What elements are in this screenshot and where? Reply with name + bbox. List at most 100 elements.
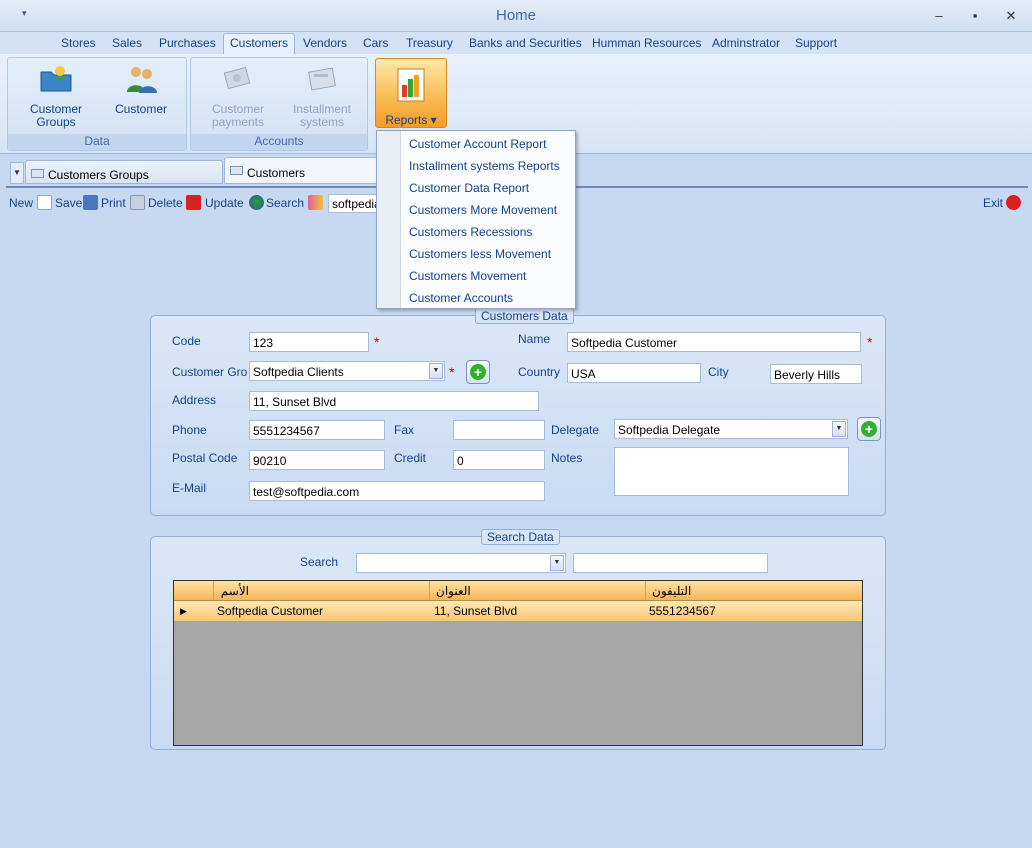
customers-grid: الأسم العنوان التليفون ▶ Softpedia Custo… xyxy=(173,580,863,746)
customer-group-value: Softpedia Clients xyxy=(253,365,344,379)
customer-button[interactable]: Customer xyxy=(108,64,174,116)
column-phone-header[interactable]: التليفون xyxy=(646,581,864,600)
menu-item-customers-more-movement[interactable]: Customers More Movement xyxy=(409,203,557,217)
code-input[interactable]: 123 xyxy=(249,332,369,352)
tab-customers-groups-label: Customers Groups xyxy=(48,168,149,182)
menu-vendors[interactable]: Vendors xyxy=(303,36,347,50)
money-icon xyxy=(223,66,251,90)
chevron-down-icon[interactable]: ▼ xyxy=(429,363,443,379)
reports-label: Reports ▾ xyxy=(385,113,437,127)
search-value-input[interactable] xyxy=(573,553,768,573)
menu-support[interactable]: Support xyxy=(795,36,837,50)
minimize-button[interactable]: – xyxy=(932,8,946,24)
menu-item-customers-movement[interactable]: Customers Movement xyxy=(409,269,526,283)
title-bar: ▾ Home – ▪ ✕ xyxy=(0,0,1032,32)
country-input[interactable]: USA xyxy=(567,363,701,383)
close-button[interactable]: ✕ xyxy=(1004,8,1018,24)
users-icon xyxy=(127,67,157,93)
group-required-mark: * xyxy=(449,364,455,380)
customers-data-legend: Customers Data xyxy=(475,308,574,324)
add-delegate-button[interactable]: + xyxy=(857,417,881,441)
address-input[interactable]: 11, Sunset Blvd xyxy=(249,391,539,411)
menu-human-resources[interactable]: Humman Resources xyxy=(592,36,701,50)
name-input[interactable]: Softpedia Customer xyxy=(567,332,861,352)
add-plus-icon: + xyxy=(861,421,877,437)
tab-customers[interactable]: Customers xyxy=(224,157,378,184)
reports-button[interactable]: Reports ▾ xyxy=(375,58,447,128)
postal-code-input[interactable]: 90210 xyxy=(249,450,385,470)
save-button[interactable]: Save xyxy=(55,196,82,210)
add-plus-icon: + xyxy=(470,364,486,380)
new-document-icon[interactable] xyxy=(37,195,52,210)
delegate-value: Softpedia Delegate xyxy=(618,423,721,437)
search-data-legend: Search Data xyxy=(481,529,560,545)
menu-treasury[interactable]: Treasury xyxy=(406,36,453,50)
menu-stores[interactable]: Stores xyxy=(61,36,96,50)
grid-header: الأسم العنوان التليفون xyxy=(174,581,862,601)
chevron-down-icon[interactable]: ▼ xyxy=(832,421,846,437)
data-group-label: Data xyxy=(8,134,186,150)
tab-customers-label: Customers xyxy=(247,166,306,180)
power-exit-icon[interactable] xyxy=(1006,195,1021,210)
menu-sales[interactable]: Sales xyxy=(112,36,142,50)
menu-item-customers-less-movement[interactable]: Customers less Movement xyxy=(409,247,551,261)
notes-textarea[interactable] xyxy=(614,447,849,496)
fax-label: Fax xyxy=(394,423,415,437)
table-row[interactable]: ▶ Softpedia Customer 11, Sunset Blvd 555… xyxy=(174,601,862,621)
add-group-button[interactable]: + xyxy=(466,360,490,384)
name-label: Name xyxy=(518,332,551,346)
installment-systems-button[interactable]: Installment systems xyxy=(287,64,357,129)
new-button[interactable]: New xyxy=(9,196,33,210)
search-button[interactable]: Search xyxy=(266,196,304,210)
update-button[interactable]: Update xyxy=(205,196,244,210)
customer-groups-label: Customer Groups xyxy=(29,102,82,129)
menu-item-customer-data-report[interactable]: Customer Data Report xyxy=(409,181,529,195)
fax-input[interactable] xyxy=(453,420,545,440)
maximize-button[interactable]: ▪ xyxy=(968,8,982,24)
menu-purchases[interactable]: Purchases xyxy=(159,36,216,50)
menu-banks-securities[interactable]: Banks and Securities xyxy=(469,36,582,50)
tab-list-dropdown-icon[interactable]: ▼ xyxy=(10,162,24,184)
menu-item-customer-accounts[interactable]: Customer Accounts xyxy=(409,291,513,305)
print-button[interactable]: Print xyxy=(101,196,126,210)
tab-customers-groups[interactable]: Customers Groups xyxy=(25,160,223,184)
cell-address: 11, Sunset Blvd xyxy=(434,604,518,618)
menu-item-installment-systems-reports[interactable]: Installment systems Reports xyxy=(409,159,560,173)
email-input[interactable]: test@softpedia.com xyxy=(249,481,545,501)
customer-group-select[interactable]: Softpedia Clients ▼ xyxy=(249,361,445,381)
refresh-icon[interactable] xyxy=(249,195,264,210)
delegate-select[interactable]: Softpedia Delegate ▼ xyxy=(614,419,848,439)
search-field-select[interactable]: ▼ xyxy=(356,553,566,573)
toolbar-search-input[interactable]: softpedia xyxy=(328,194,378,213)
menu-bar: Stores Sales Purchases Customers Vendors… xyxy=(0,32,1032,55)
report-chart-icon xyxy=(397,68,425,102)
customer-label: Customer xyxy=(114,102,167,116)
menu-cars[interactable]: Cars xyxy=(363,36,388,50)
cell-name: Softpedia Customer xyxy=(217,604,324,618)
menu-item-customers-recessions[interactable]: Customers Recessions xyxy=(409,225,532,239)
delete-x-icon[interactable] xyxy=(186,195,201,210)
menu-customers[interactable]: Customers xyxy=(223,33,296,55)
data-group: Customer Groups Customer Data xyxy=(7,57,187,151)
customer-payments-button[interactable]: Customer payments xyxy=(201,64,275,129)
column-name-header[interactable]: الأسم xyxy=(214,581,430,600)
form-icon xyxy=(230,166,243,175)
delete-button[interactable]: Delete xyxy=(148,196,183,210)
column-address-header[interactable]: العنوان xyxy=(430,581,646,600)
search-person-icon[interactable] xyxy=(308,195,323,210)
chevron-down-icon[interactable]: ▼ xyxy=(550,555,564,571)
code-label: Code xyxy=(172,334,201,348)
printer-icon[interactable] xyxy=(130,195,145,210)
exit-button[interactable]: Exit xyxy=(983,196,1003,210)
credit-input[interactable]: 0 xyxy=(453,450,545,470)
menu-item-customer-account-report[interactable]: Customer Account Report xyxy=(409,137,546,151)
menu-administrator[interactable]: Adminstrator xyxy=(712,36,780,50)
city-input[interactable]: Beverly Hills xyxy=(770,364,862,384)
save-disk-icon[interactable] xyxy=(83,195,98,210)
code-required-mark: * xyxy=(374,334,380,350)
credit-label: Credit xyxy=(394,451,427,465)
phone-input[interactable]: 5551234567 xyxy=(249,420,385,440)
calculator-icon xyxy=(308,67,336,91)
customer-groups-button[interactable]: Customer Groups xyxy=(22,64,90,129)
window-title: Home xyxy=(495,7,536,24)
